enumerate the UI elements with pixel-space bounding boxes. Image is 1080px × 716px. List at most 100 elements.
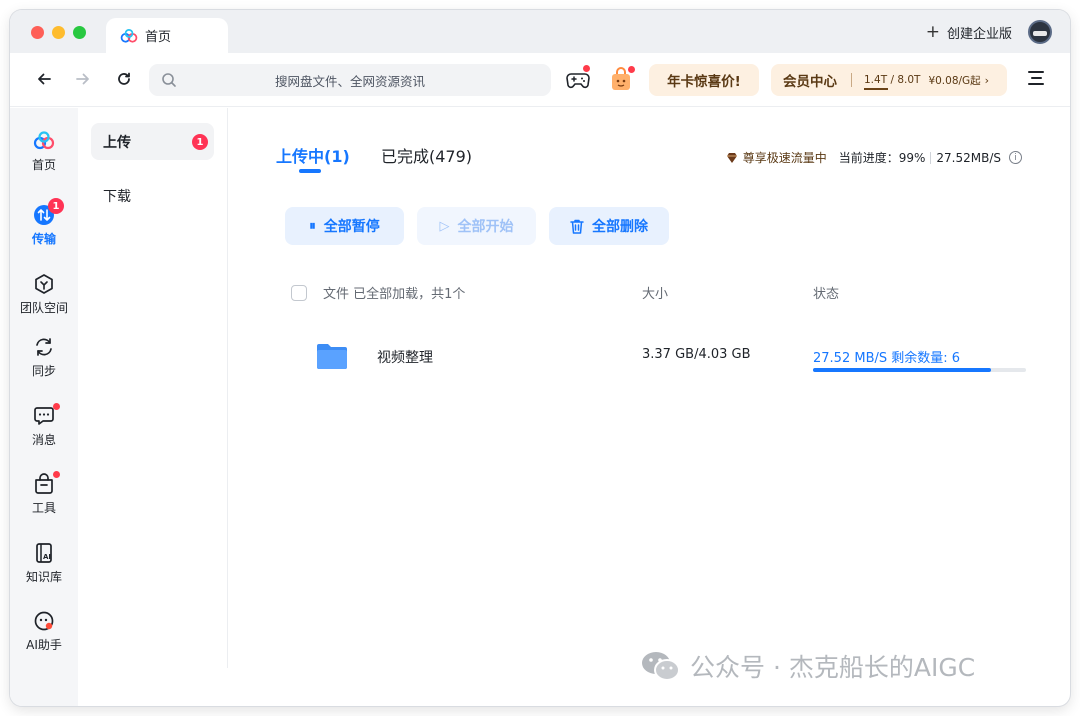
sidebar-item-label: 团队空间 [19, 301, 68, 315]
watermark: 公众号 · 杰克船长的AIGC [640, 648, 975, 684]
app-window: 首页 + 创建企业版 搜网盘文件、全网资源资讯 年卡惊喜价! 会员中心 1.4T… [10, 10, 1070, 706]
active-tab-indicator [299, 169, 321, 173]
member-center-label: 会员中心 [783, 74, 837, 90]
table-row[interactable]: 视频整理 3.37 GB/4.03 GB 27.52 MB/S 剩余数量: 6 [281, 336, 1041, 376]
create-enterprise-label: 创建企业版 [946, 26, 1012, 42]
chevron-right-icon: › [984, 73, 990, 87]
gift-button[interactable] [608, 66, 635, 92]
tab-home[interactable]: 首页 [106, 18, 228, 53]
sidebar-item-label: 知识库 [25, 570, 62, 584]
progress-label: 当前进度： [838, 151, 899, 165]
notification-dot [583, 65, 590, 72]
annual-card-promo-button[interactable]: 年卡惊喜价! [649, 64, 759, 96]
menu-line [1028, 71, 1044, 73]
sidebar: 首页 传输 1 团队空间 同步 消息 工具 AI 知识库 AI助手 [10, 108, 78, 706]
refresh-button[interactable] [112, 67, 136, 91]
pause-all-label: 全部暂停 [323, 219, 380, 235]
avatar[interactable] [1028, 20, 1052, 44]
column-header-size: 大小 [642, 287, 669, 302]
storage-usage-bar [864, 88, 888, 90]
play-icon: ▷ [439, 218, 450, 234]
transfer-status: 27.52 MB/S 剩余数量: 6 [813, 351, 961, 366]
transfer-stats: 尊享极速流量中 当前进度： 99% 27.52MB/S i [726, 149, 1022, 166]
search-placeholder: 搜网盘文件、全网资源资讯 [274, 73, 425, 89]
sidebar-item-ai-assistant[interactable]: AI助手 [10, 610, 78, 653]
watermark-text: 公众号 · 杰克船长的AIGC [690, 653, 976, 682]
arrow-right-icon [76, 73, 89, 85]
create-enterprise-button[interactable]: + 创建企业版 [926, 22, 1012, 42]
subnav-item-download[interactable]: 下载 [91, 177, 214, 214]
sidebar-item-tools[interactable]: 工具 [10, 471, 78, 516]
progress-bar-fill [813, 368, 992, 372]
subnav-item-label: 上传 [103, 134, 131, 151]
sidebar-item-label: 工具 [31, 501, 56, 515]
table-header: 文件 已全部加载，共1个 大小 状态 [281, 281, 1041, 303]
subnav-item-upload[interactable]: 上传 1 [91, 123, 214, 160]
sidebar-item-label: 首页 [31, 158, 56, 172]
info-icon[interactable]: i [1009, 151, 1022, 164]
svg-text:AI: AI [43, 553, 51, 561]
transfer-subnav: 上传 1 下载 [78, 108, 228, 668]
notification-dot [53, 471, 60, 478]
plus-icon: + [925, 22, 940, 42]
menu-line [1031, 77, 1042, 79]
game-center-button[interactable] [566, 65, 590, 91]
pause-all-button[interactable]: ⏸ 全部暂停 [285, 207, 404, 245]
close-window-button[interactable] [31, 26, 44, 39]
sidebar-item-transfer[interactable]: 传输 1 [10, 198, 78, 247]
transfer-count-badge: 1 [48, 198, 64, 214]
progress-bar [813, 368, 1026, 372]
progress-value: 99% [898, 150, 926, 165]
column-header-file: 文件 已全部加载，共1个 [323, 287, 466, 302]
tab-completed[interactable]: 已完成(479) [381, 143, 472, 167]
sidebar-item-label: AI助手 [26, 638, 62, 652]
notification-dot [628, 66, 635, 73]
start-all-label: 全部开始 [457, 219, 514, 235]
sidebar-item-label: 消息 [31, 433, 56, 447]
sync-icon [36, 338, 52, 356]
refresh-icon [118, 72, 130, 85]
delete-all-label: 全部删除 [592, 219, 648, 235]
storage-usage: 1.4T / 8.0T [864, 74, 921, 90]
sidebar-item-messages[interactable]: 消息 [10, 403, 78, 448]
main-menu-button[interactable] [1028, 71, 1044, 87]
sidebar-item-home[interactable]: 首页 [10, 130, 78, 173]
speed-value: 27.52MB/S [936, 150, 1001, 165]
menu-line [1028, 83, 1044, 85]
trash-icon [570, 219, 584, 234]
sidebar-item-sync[interactable]: 同步 [10, 336, 78, 379]
minimize-window-button[interactable] [52, 26, 65, 39]
back-button[interactable] [32, 67, 56, 91]
notification-dot [53, 403, 60, 410]
sidebar-item-team-space[interactable]: 团队空间 [10, 273, 78, 316]
wechat-icon [642, 652, 680, 681]
gamepad-icon [566, 73, 590, 89]
start-all-button[interactable]: ▷ 全部开始 [417, 207, 536, 245]
promo-label: 年卡惊喜价! [667, 74, 741, 90]
search-icon [162, 73, 176, 87]
message-icon [34, 407, 54, 425]
select-all-checkbox[interactable] [291, 285, 307, 301]
search-input[interactable]: 搜网盘文件、全网资源资讯 [149, 64, 551, 96]
team-space-icon [35, 274, 53, 294]
subnav-item-label: 下载 [103, 188, 131, 205]
maximize-window-button[interactable] [73, 26, 86, 39]
sidebar-item-label: 传输 [31, 232, 56, 246]
column-header-status: 状态 [813, 287, 840, 302]
diamond-icon [726, 152, 737, 163]
storage-usage-text: 1.4T / 8.0T [864, 74, 921, 86]
title-bar: 首页 + 创建企业版 [10, 10, 1070, 53]
arrow-left-icon [38, 73, 51, 85]
divider [930, 151, 932, 164]
forward-button[interactable] [71, 67, 95, 91]
member-center-button[interactable]: 会员中心 1.4T / 8.0T ¥0.08/G起 › [771, 64, 1007, 96]
sidebar-item-knowledge-base[interactable]: AI 知识库 [10, 542, 78, 585]
tab-uploading[interactable]: 上传中(1) [276, 143, 350, 167]
tab-label: 首页 [145, 30, 172, 45]
delete-all-button[interactable]: 全部删除 [549, 207, 669, 245]
file-name: 视频整理 [377, 350, 433, 366]
toolbar: 搜网盘文件、全网资源资讯 年卡惊喜价! 会员中心 1.4T / 8.0T ¥0.… [10, 53, 1070, 107]
main-content: 上传中(1) 已完成(479) 尊享极速流量中 当前进度： 99% 27.52M… [229, 108, 1070, 706]
tools-icon [35, 473, 53, 494]
upload-count-badge: 1 [192, 134, 208, 150]
